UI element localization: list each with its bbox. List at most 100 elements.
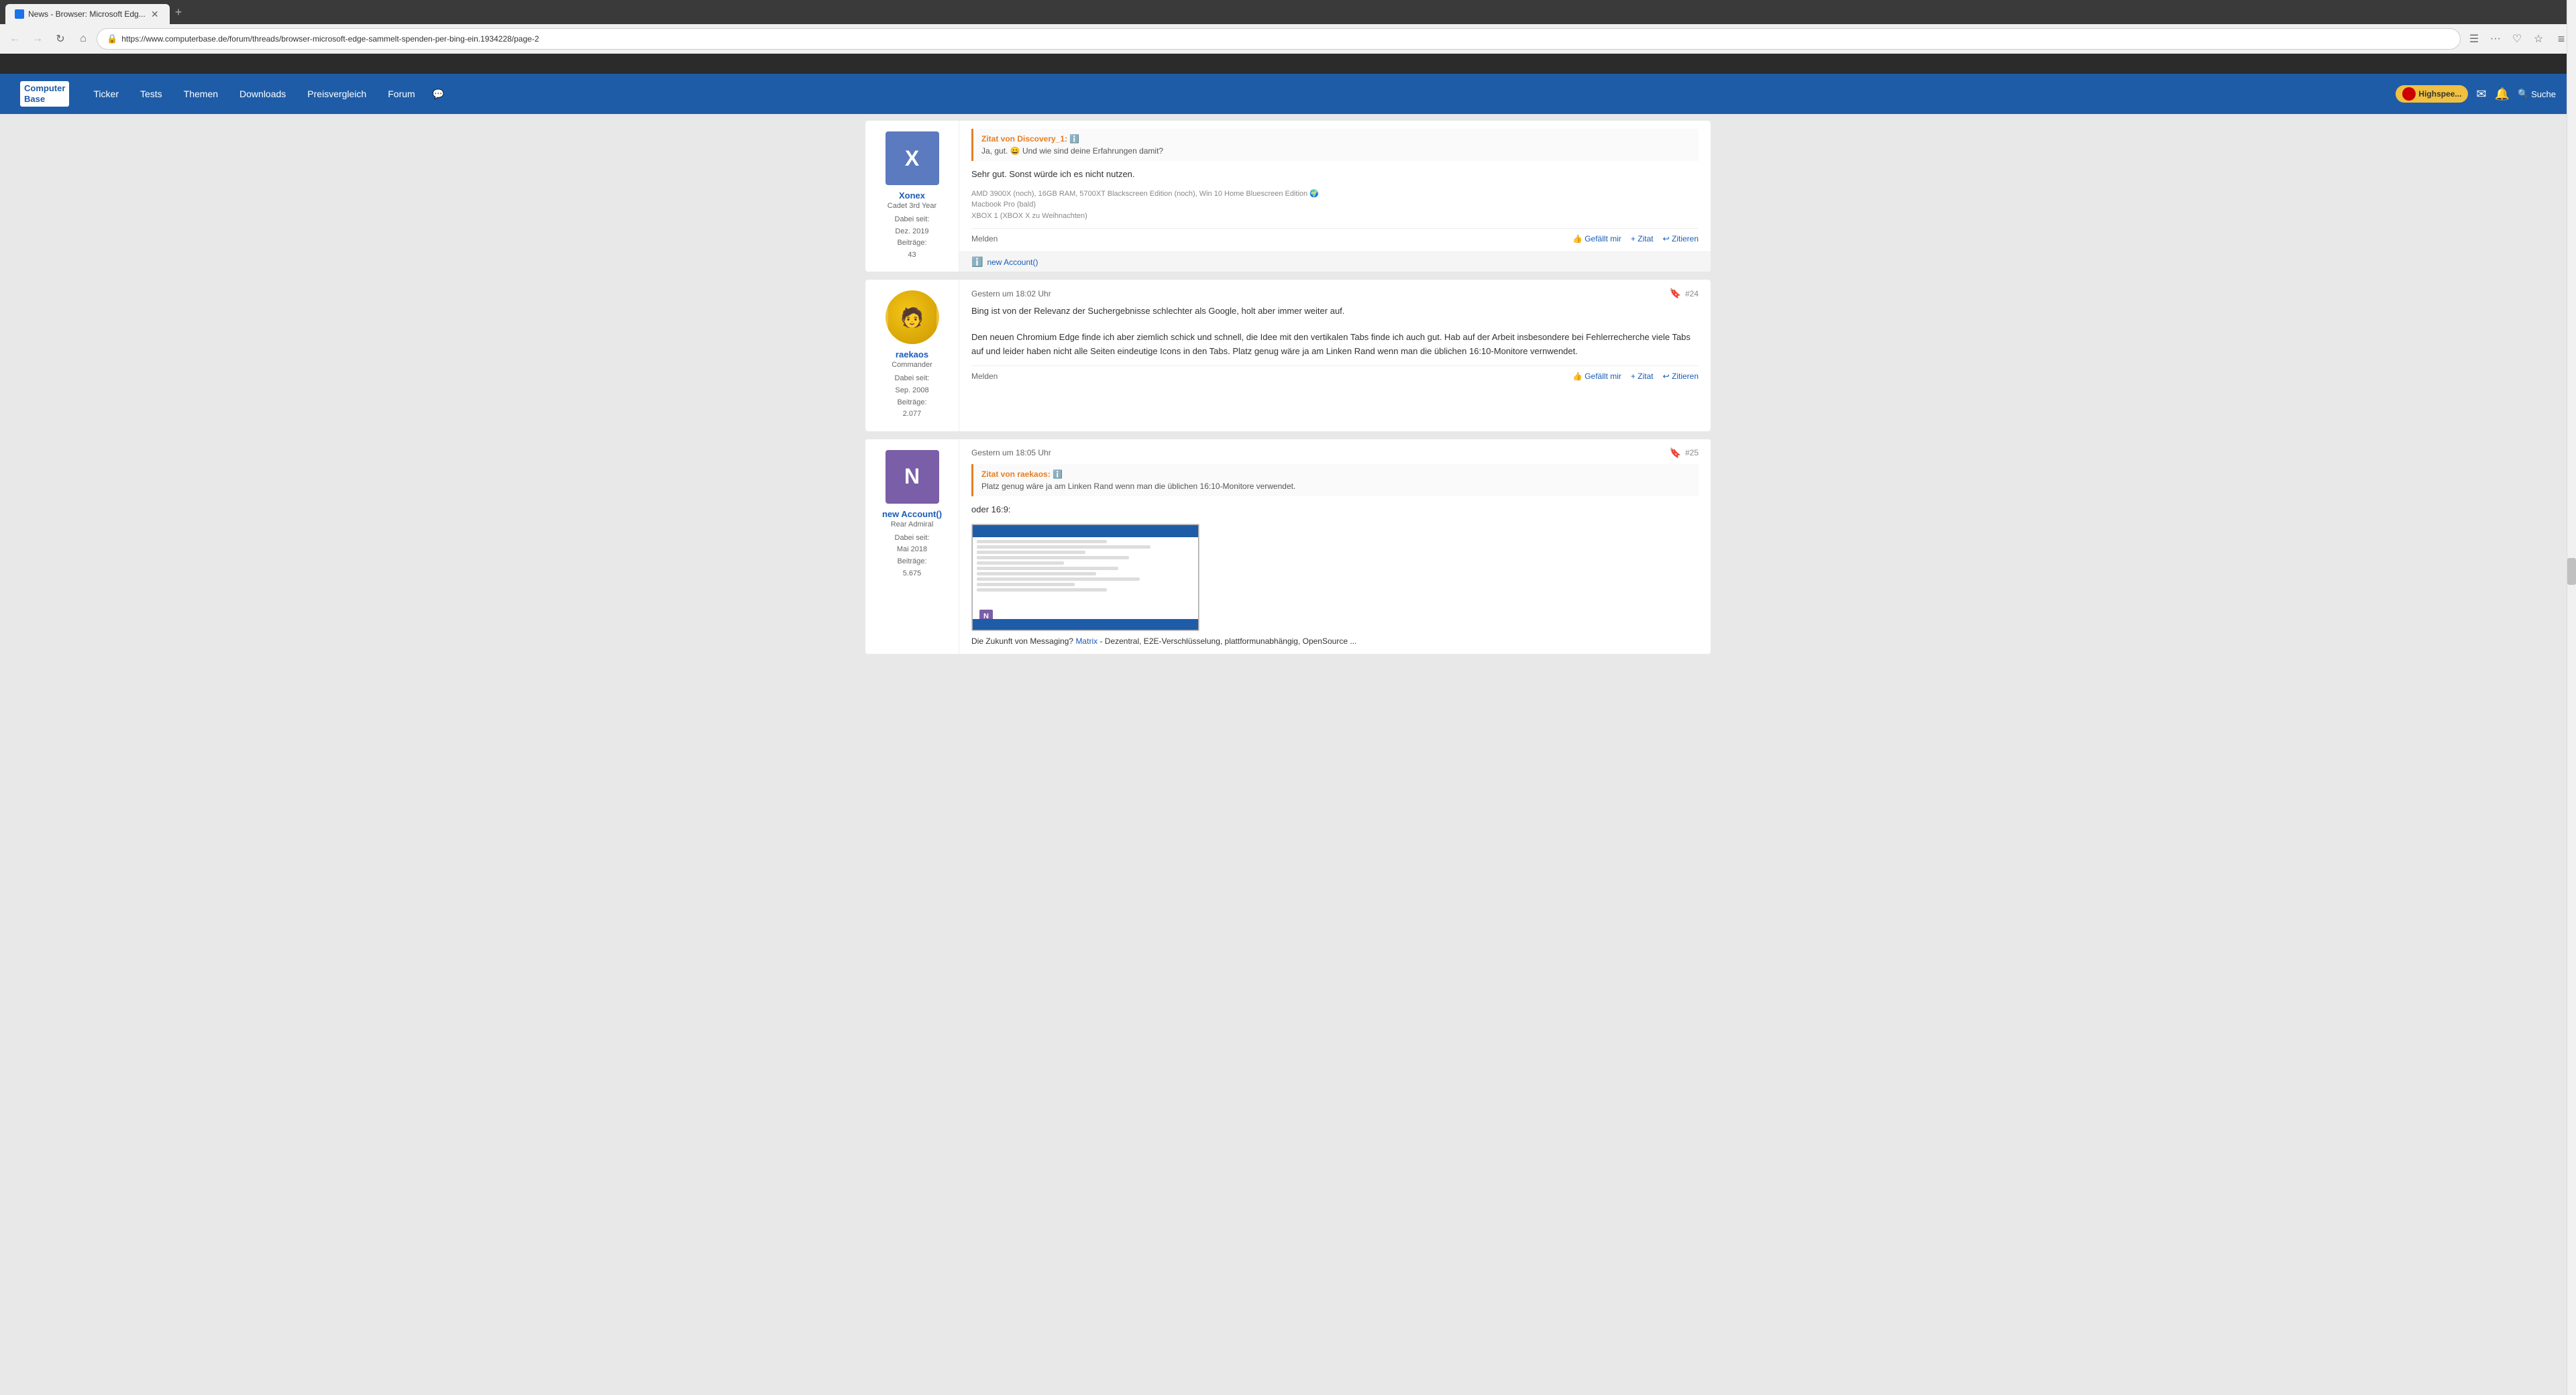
tab-close-button[interactable]: ✕ [150, 9, 160, 19]
reload-button[interactable]: ↻ [51, 30, 70, 48]
report-link-xonex[interactable]: Melden [971, 234, 998, 243]
logo-line1: Computer [24, 83, 65, 94]
like-link-raekaos[interactable]: 👍 Gefällt mir [1572, 372, 1621, 381]
author-rank-raekaos: Commander [892, 361, 932, 369]
posts-label-r: Beiträge: [897, 398, 926, 406]
forum-notification-icon: 💬 [433, 89, 444, 100]
quote-box-xonex: Zitat von Discovery_1: ℹ️ Ja, gut. 😄 Und… [971, 129, 1699, 161]
active-tab[interactable]: News - Browser: Microsoft Edg... ✕ [5, 4, 170, 24]
joined-label-n: Dabei seit: [895, 534, 930, 542]
quote-author-newaccount: Zitat von raekaos: ℹ️ [981, 469, 1690, 479]
post-raekaos: 🧑 raekaos Commander Dabei seit: Sep. 200… [865, 280, 1711, 431]
quote-link-xonex[interactable]: + Zitat [1631, 234, 1654, 243]
nav-preisvergleich[interactable]: Preisvergleich [303, 86, 370, 102]
cite-link-raekaos[interactable]: ↩ Zitieren [1663, 372, 1699, 381]
author-name-xonex[interactable]: Xonex [899, 190, 925, 201]
bell-button[interactable]: 🔔 [2495, 87, 2510, 101]
post-header-newaccount: Gestern um 18:05 Uhr 🔖 #25 [971, 447, 1699, 459]
tab-title: News - Browser: Microsoft Edg... [28, 9, 146, 19]
search-icon: 🔍 [2518, 89, 2528, 99]
footer-link[interactable]: Matrix [1075, 636, 1097, 646]
author-rank-newaccount: Rear Admiral [891, 520, 934, 528]
scrollbar[interactable] [2567, 0, 2576, 1395]
quote-link-raekaos[interactable]: + Zitat [1631, 372, 1654, 381]
back-button[interactable]: ← [5, 30, 24, 48]
post-newaccount: N new Account() Rear Admiral Dabei seit:… [865, 439, 1711, 654]
bookmark-icon-newaccount[interactable]: 🔖 [1670, 447, 1681, 459]
thumbs-up-icon: 👍 [1572, 234, 1582, 243]
info-icon-n: ℹ️ [1053, 469, 1063, 479]
post-text2-raekaos: Den neuen Chromium Edge finde ich aber z… [971, 331, 1699, 359]
post-body-xonex: Zitat von Discovery_1: ℹ️ Ja, gut. 😄 Und… [959, 121, 1711, 252]
post-time-raekaos: Gestern um 18:02 Uhr [971, 289, 1051, 298]
tab-bar: News - Browser: Microsoft Edg... ✕ + [0, 0, 2576, 24]
nav-right: Highspee... ✉ 🔔 🔍 Suche [2396, 85, 2556, 103]
site-logo: Computer Base [20, 81, 69, 106]
page-content: X Xonex Cadet 3rd Year Dabei seit: Dez. … [852, 114, 1724, 669]
logo-line2: Base [24, 94, 65, 105]
joined-label-r: Dabei seit: [895, 374, 930, 382]
reader-view-button[interactable]: ☰ [2465, 30, 2483, 48]
post-body-raekaos: Gestern um 18:02 Uhr 🔖 #24 Bing ist von … [959, 280, 1711, 431]
home-button[interactable]: ⌂ [74, 30, 93, 48]
avatar-raekaos: 🧑 [885, 290, 939, 344]
author-col-xonex: X Xonex Cadet 3rd Year Dabei seit: Dez. … [865, 121, 959, 272]
screenshot-inner: N [972, 524, 1199, 630]
reaction-user[interactable]: new Account() [987, 258, 1038, 267]
author-meta-raekaos: Dabei seit: Sep. 2008 Beiträge: 2.077 [895, 373, 930, 420]
mail-button[interactable]: ✉ [2476, 87, 2486, 101]
footer-text: Die Zukunft von Messaging? Matrix - Deze… [971, 636, 1699, 646]
post-actions-xonex: Melden 👍 Gefällt mir + Zitat ↩ Zitieren [971, 228, 1699, 243]
more-button[interactable]: ··· [2486, 30, 2505, 48]
browser-frame: News - Browser: Microsoft Edg... ✕ + ← →… [0, 0, 2576, 74]
quote-author: Zitat von Discovery_1: ℹ️ [981, 134, 1690, 144]
highspeed-button[interactable]: Highspee... [2396, 85, 2468, 103]
author-meta-xonex: Dabei seit: Dez. 2019 Beiträge: 43 [895, 214, 930, 261]
posts-value: 43 [908, 251, 916, 259]
screenshot-image: N [971, 524, 1199, 631]
screenshot-header-bar [973, 525, 1198, 537]
report-link-raekaos[interactable]: Melden [971, 372, 998, 381]
thumbs-up-icon-r: 👍 [1572, 372, 1582, 381]
post-num-raekaos: #24 [1685, 289, 1699, 298]
favorites-button[interactable]: ♡ [2508, 30, 2526, 48]
url-text[interactable]: https://www.computerbase.de/forum/thread… [121, 34, 2451, 44]
nav-tests[interactable]: Tests [136, 86, 166, 102]
bookmark-button[interactable]: ☆ [2529, 30, 2548, 48]
joined-value-r: Sep. 2008 [895, 386, 928, 394]
post-header-raekaos: Gestern um 18:02 Uhr 🔖 #24 [971, 288, 1699, 299]
post-time-newaccount: Gestern um 18:05 Uhr [971, 448, 1051, 457]
author-col-newaccount: N new Account() Rear Admiral Dabei seit:… [865, 439, 959, 654]
cite-link-xonex[interactable]: ↩ Zitieren [1663, 234, 1699, 243]
toolbar-right: ☰ ··· ♡ ☆ [2465, 30, 2548, 48]
nav-forum[interactable]: Forum [384, 86, 419, 102]
highspeed-avatar [2402, 87, 2416, 101]
avatar-xonex: X [885, 131, 939, 185]
quote-text-newaccount: Platz genug wäre ja am Linken Rand wenn … [981, 482, 1690, 491]
new-tab-button[interactable]: + [170, 5, 188, 19]
post-sig-xonex: AMD 3900X (noch), 16GB RAM, 5700XT Black… [971, 188, 1699, 222]
author-name-raekaos[interactable]: raekaos [896, 349, 928, 359]
nav-downloads[interactable]: Downloads [235, 86, 290, 102]
bookmark-icon-raekaos[interactable]: 🔖 [1670, 288, 1681, 299]
lock-icon: 🔒 [107, 34, 117, 44]
like-link-xonex[interactable]: 👍 Gefällt mir [1572, 234, 1621, 243]
author-col-raekaos: 🧑 raekaos Commander Dabei seit: Sep. 200… [865, 280, 959, 431]
search-button[interactable]: 🔍 Suche [2518, 89, 2556, 99]
post-body-newaccount: Gestern um 18:05 Uhr 🔖 #25 Zitat von rae… [959, 439, 1711, 654]
reaction-bar-xonex: ℹ️ new Account() [959, 252, 1711, 272]
reaction-icon: ℹ️ [971, 256, 983, 268]
forward-button[interactable]: → [28, 30, 47, 48]
post-actions-raekaos: Melden 👍 Gefällt mir + Zitat ↩ Zitieren [971, 366, 1699, 381]
scrollbar-thumb[interactable] [2567, 558, 2576, 585]
joined-label: Dabei seit: [895, 215, 930, 223]
tab-favicon [15, 9, 24, 19]
posts-label: Beiträge: [897, 239, 926, 247]
avatar-newaccount: N [885, 450, 939, 504]
author-name-newaccount[interactable]: new Account() [882, 509, 942, 519]
post-text1-raekaos: Bing ist von der Relevanz der Suchergebn… [971, 304, 1699, 319]
screenshot-content-lines [973, 537, 1198, 596]
nav-themen[interactable]: Themen [180, 86, 222, 102]
nav-ticker[interactable]: Ticker [89, 86, 123, 102]
search-bar-row [0, 54, 2576, 74]
